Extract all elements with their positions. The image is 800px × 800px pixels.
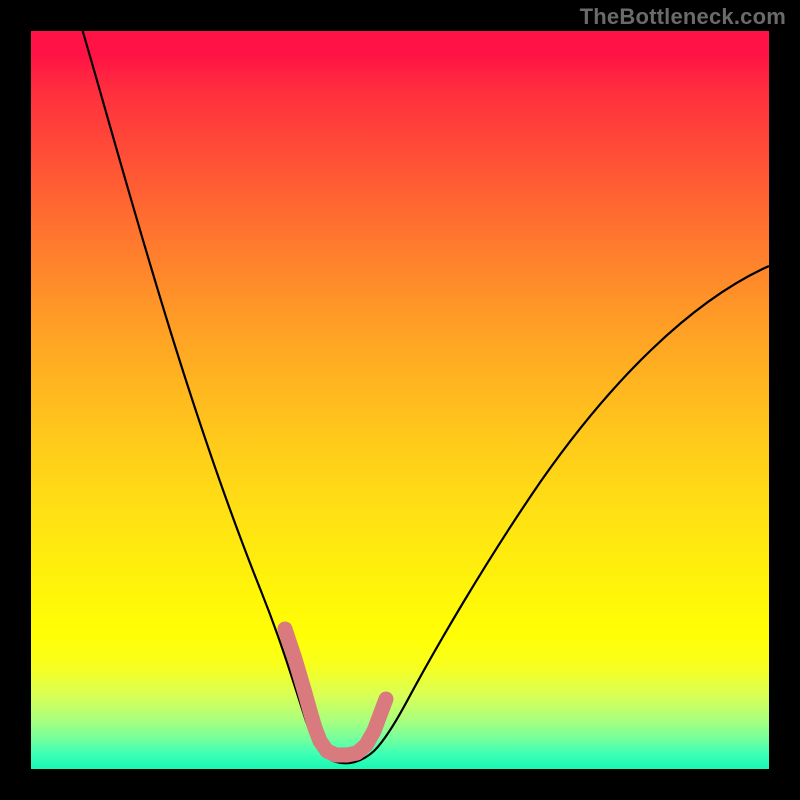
watermark-text: TheBottleneck.com — [580, 4, 786, 30]
plot-area — [31, 31, 769, 769]
optimal-band — [285, 629, 386, 755]
bottleneck-curve — [83, 31, 769, 763]
curve-layer — [31, 31, 769, 769]
chart-frame: TheBottleneck.com — [0, 0, 800, 800]
